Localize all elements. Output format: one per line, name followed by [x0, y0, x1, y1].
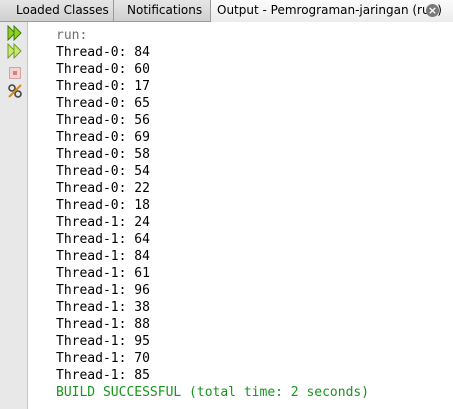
output-line: Thread-1: 61 [56, 266, 150, 281]
output-line: Thread-1: 70 [56, 351, 150, 366]
output-line: Thread-0: 22 [56, 181, 150, 196]
tab-loaded-classes[interactable]: Loaded Classes [0, 0, 114, 22]
output-line: Thread-0: 65 [56, 96, 150, 111]
tab-output-label: Output - Pemrograman-jaringan (run) [217, 3, 442, 17]
output-line: Thread-0: 18 [56, 198, 150, 213]
output-line: Thread-0: 54 [56, 164, 150, 179]
output-toolbar [0, 22, 28, 409]
tab-bar: Loaded Classes Notifications Output - Pe… [0, 0, 453, 22]
build-status: BUILD SUCCESSFUL (total time: 2 seconds) [56, 385, 370, 400]
output-line: Thread-0: 58 [56, 147, 150, 162]
rerun-icon[interactable] [7, 24, 23, 42]
output-line: Thread-1: 95 [56, 334, 150, 349]
output-line: Thread-0: 69 [56, 130, 150, 145]
settings-icon[interactable] [7, 83, 23, 99]
rerun-with-different-parameters-icon[interactable] [7, 42, 23, 60]
output-line: Thread-1: 24 [56, 215, 150, 230]
close-icon[interactable]: × [426, 4, 439, 17]
output-line: Thread-1: 84 [56, 249, 150, 264]
tab-notifications[interactable]: Notifications [114, 0, 211, 22]
output-line: Thread-1: 96 [56, 283, 150, 298]
output-line: Thread-1: 88 [56, 317, 150, 332]
stop-square-icon [9, 67, 21, 79]
output-line: Thread-1: 64 [56, 232, 150, 247]
output-line: Thread-0: 17 [56, 79, 150, 94]
output-line: Thread-1: 85 [56, 368, 150, 383]
output-console[interactable]: run: Thread-0: 84 Thread-0: 60 Thread-0: 1… [28, 22, 453, 409]
stop-icon[interactable] [7, 65, 23, 81]
output-line: Thread-1: 38 [56, 300, 150, 315]
output-line: Thread-0: 56 [56, 113, 150, 128]
run-header: run: [56, 28, 88, 43]
output-line: Thread-0: 84 [56, 45, 150, 60]
tab-output[interactable]: Output - Pemrograman-jaringan (run) × [211, 0, 453, 22]
output-line: Thread-0: 60 [56, 62, 150, 77]
